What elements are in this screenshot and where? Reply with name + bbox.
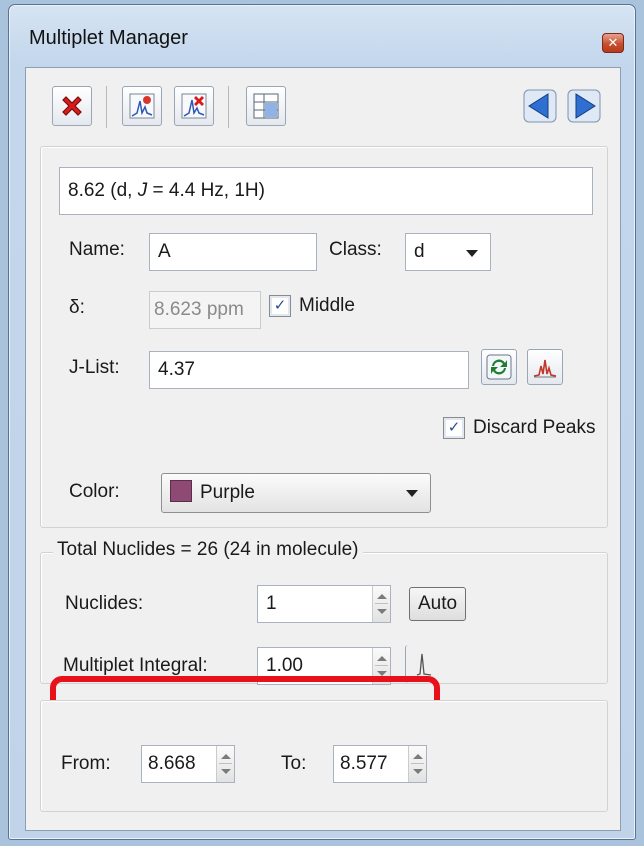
checkmark-icon: ✓ <box>447 419 461 436</box>
toolbar-separator <box>106 86 107 128</box>
color-value: Purple <box>200 482 255 503</box>
table-icon <box>253 93 279 119</box>
spin-divider <box>219 763 232 764</box>
discard-peaks-checkbox[interactable]: ✓ <box>443 417 465 439</box>
class-label: Class: <box>329 239 382 260</box>
delta-label: δ: <box>69 297 85 318</box>
multiplet-summary-field[interactable]: 8.62 (d, J = 4.4 Hz, 1H) <box>59 167 593 215</box>
from-label: From: <box>61 753 111 774</box>
nuclides-label: Nuclides: <box>65 593 144 614</box>
color-swatch <box>170 480 192 502</box>
nuclides-spinner[interactable] <box>372 586 390 622</box>
spin-up-icon[interactable] <box>377 656 387 661</box>
spectrum-button[interactable] <box>527 349 563 385</box>
peak-add-icon <box>129 93 155 119</box>
spin-down-icon[interactable] <box>221 769 231 774</box>
add-peak-button[interactable] <box>122 86 162 126</box>
nuclides-group: Total Nuclides = 26 (24 in molecule) Nuc… <box>40 539 608 685</box>
spin-divider <box>411 763 424 764</box>
window-title: Multiplet Manager <box>29 27 188 49</box>
delta-input: 8.623 ppm <box>149 291 261 329</box>
to-input[interactable]: 8.577 <box>333 745 427 783</box>
auto-button[interactable]: Auto <box>409 587 467 621</box>
spin-divider <box>375 665 388 666</box>
multiplet-manager-window: Multiplet Manager ✕ 8.62 (d, J = 4.4 Hz,… <box>8 4 636 840</box>
to-value: 8.577 <box>340 753 388 774</box>
spin-down-icon[interactable] <box>377 609 387 614</box>
multiplet-panel: 8.62 (d, J = 4.4 Hz, 1H) Name: A Class: … <box>40 146 608 528</box>
total-nuclides-title: Total Nuclides = 26 (24 in molecule) <box>53 539 363 561</box>
multiplet-integral-value: 1.00 <box>266 655 303 676</box>
name-input[interactable]: A <box>149 233 317 271</box>
from-input[interactable]: 8.668 <box>141 745 235 783</box>
class-value: d <box>414 241 425 262</box>
nuclides-input[interactable]: 1 <box>257 585 391 623</box>
spectrum-icon <box>533 359 557 378</box>
multiplet-integral-label: Multiplet Integral: <box>63 655 208 676</box>
discard-peaks-label: Discard Peaks <box>473 417 596 438</box>
checkmark-icon: ✓ <box>273 297 287 314</box>
summary-j: J <box>137 180 148 201</box>
summary-suffix: = 4.4 Hz, 1H) <box>147 180 265 201</box>
title-bar[interactable]: Multiplet Manager ✕ <box>9 5 635 67</box>
middle-label: Middle <box>299 295 355 316</box>
middle-checkbox[interactable]: ✓ <box>269 295 291 317</box>
spin-divider <box>375 603 388 604</box>
previous-button[interactable] <box>520 86 560 126</box>
spin-up-icon[interactable] <box>377 594 387 599</box>
arrow-right-icon <box>567 89 601 123</box>
from-value: 8.668 <box>148 753 196 774</box>
delete-multiplet-button[interactable] <box>52 86 92 126</box>
spin-down-icon[interactable] <box>413 769 423 774</box>
chevron-down-icon <box>406 490 418 497</box>
range-panel: From: 8.668 To: 8.577 <box>40 700 608 812</box>
jlist-input[interactable]: 4.37 <box>149 351 469 389</box>
peak-remove-icon <box>181 93 207 119</box>
refresh-button[interactable] <box>481 349 517 385</box>
chevron-down-icon <box>466 250 478 257</box>
client-area: 8.62 (d, J = 4.4 Hz, 1H) Name: A Class: … <box>25 67 621 831</box>
table-button[interactable] <box>246 86 286 126</box>
close-icon: ✕ <box>607 35 619 50</box>
summary-prefix: 8.62 (d, <box>68 180 138 201</box>
nuclides-value: 1 <box>266 593 277 614</box>
name-label: Name: <box>69 239 125 260</box>
integral-curve-icon <box>416 653 431 676</box>
to-spinner[interactable] <box>408 746 426 782</box>
to-label: To: <box>281 753 307 774</box>
spin-up-icon[interactable] <box>221 754 231 759</box>
arrow-left-icon <box>523 89 557 123</box>
refresh-icon <box>486 354 512 380</box>
next-button[interactable] <box>564 86 604 126</box>
spin-up-icon[interactable] <box>413 754 423 759</box>
red-x-icon <box>62 96 82 116</box>
class-select[interactable]: d <box>405 233 491 271</box>
from-spinner[interactable] <box>216 746 234 782</box>
toolbar-separator <box>228 86 229 128</box>
remove-peak-button[interactable] <box>174 86 214 126</box>
color-select[interactable]: Purple <box>161 473 431 513</box>
close-button[interactable]: ✕ <box>602 33 624 53</box>
jlist-label: J-List: <box>69 357 120 378</box>
color-label: Color: <box>69 481 120 502</box>
